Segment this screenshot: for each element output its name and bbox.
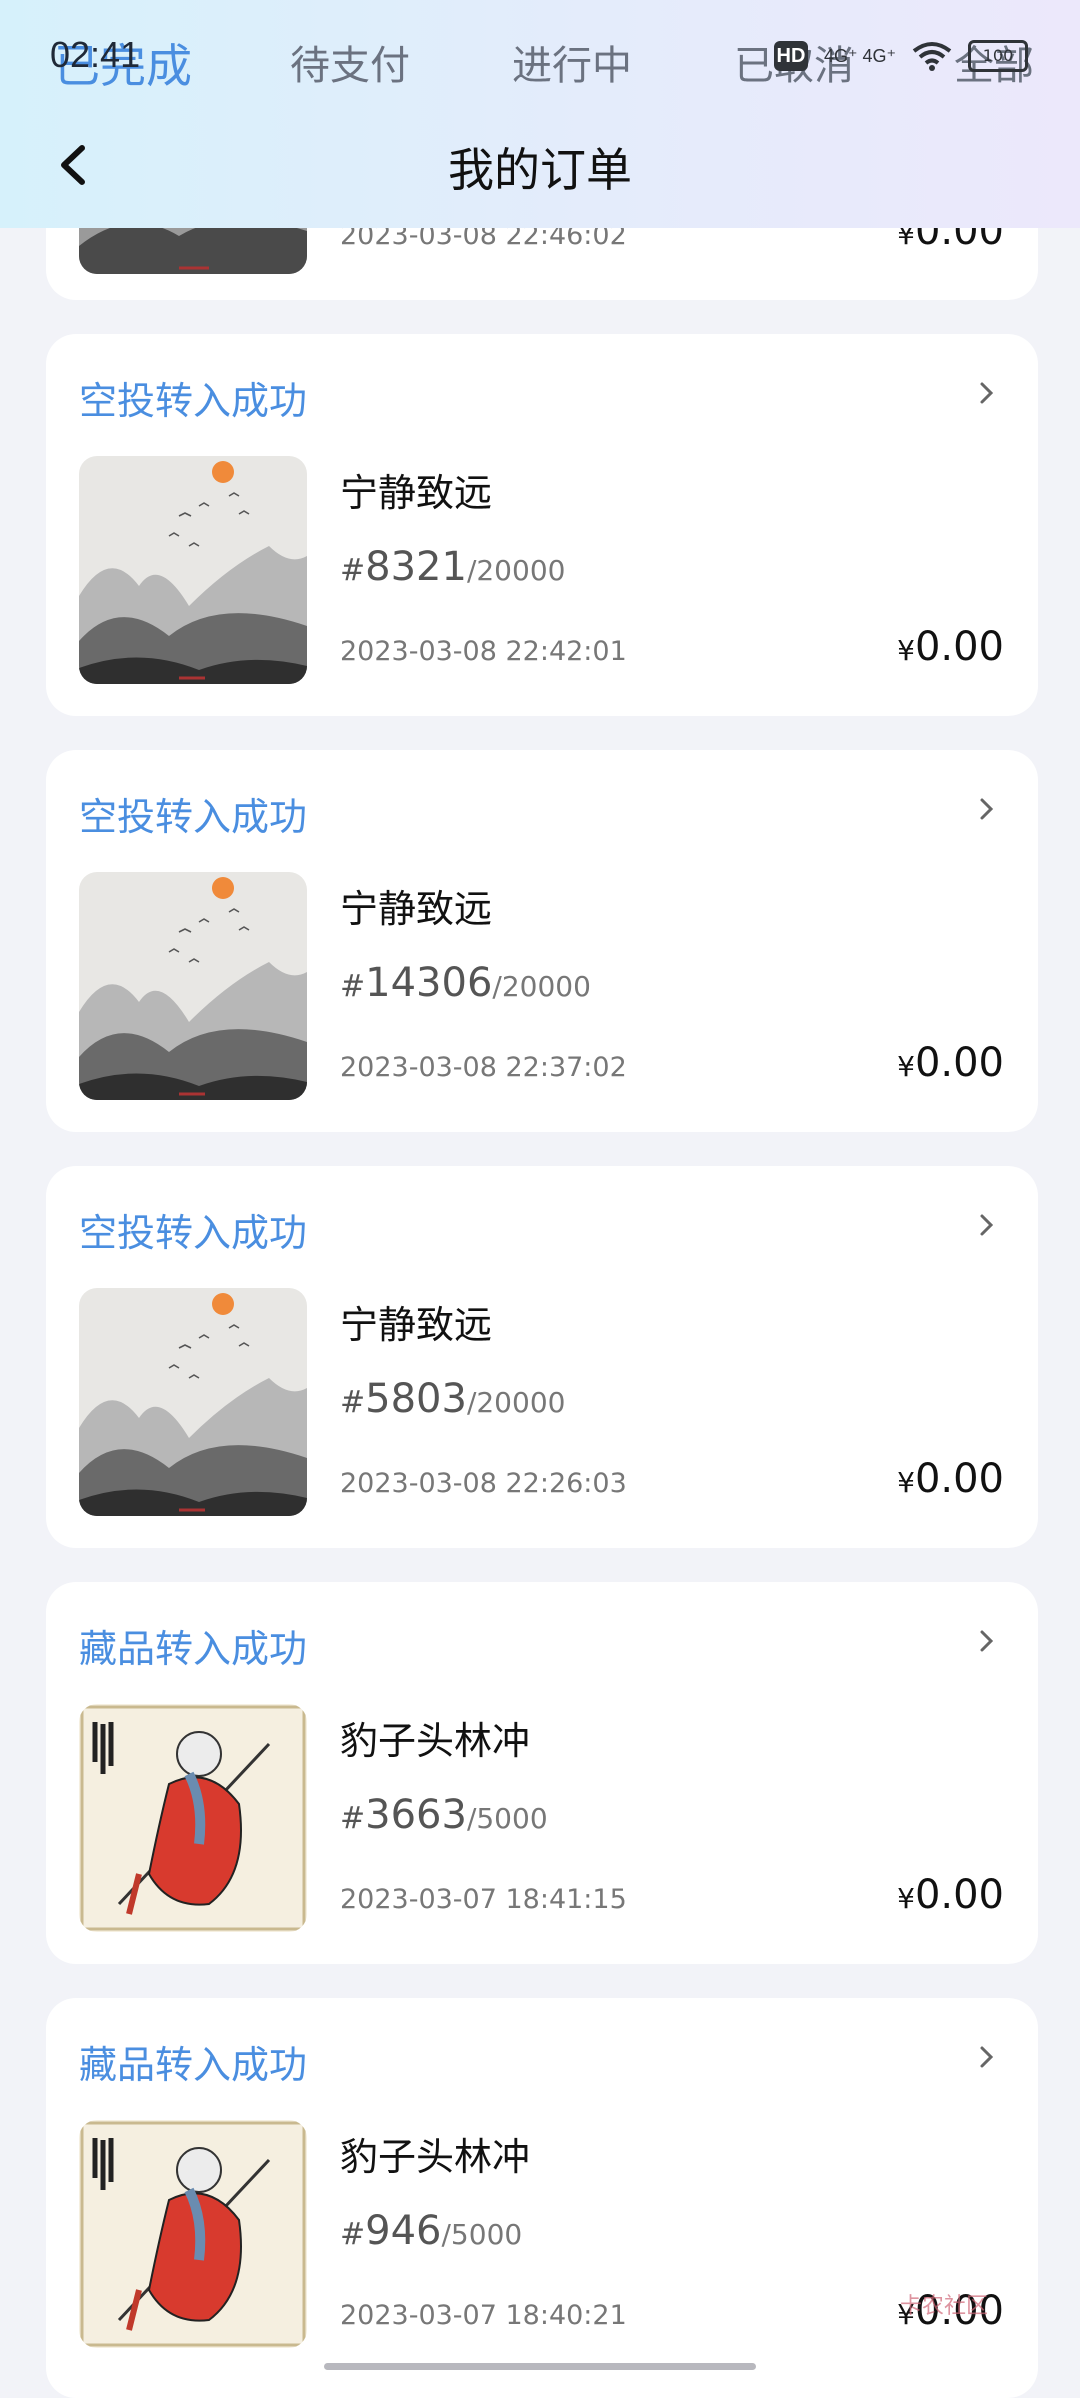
order-date: 2023-03-08 22:26:03	[340, 1468, 627, 1499]
ink-mountain-thumbnail	[79, 456, 307, 684]
chevron-right-icon[interactable]	[976, 1208, 998, 1242]
wifi-icon	[912, 42, 952, 71]
item-serial: #946/5000	[340, 2208, 523, 2254]
order-status: 空投转入成功	[79, 1211, 308, 1255]
order-date: 2023-03-08 22:37:02	[340, 1052, 627, 1083]
order-card[interactable]: 空投转入成功 宁静致远 #14306/20000 2023-03-08 22:3…	[46, 750, 1038, 1132]
chevron-right-icon[interactable]	[976, 1624, 998, 1658]
order-price: ¥0.00	[897, 1872, 1004, 1918]
home-indicator[interactable]	[324, 2363, 756, 2370]
page-title: 我的订单	[448, 143, 632, 197]
item-serial: #5803/20000	[340, 1376, 566, 1422]
order-price: ¥0.00	[897, 1040, 1004, 1086]
item-name: 豹子头林冲	[340, 2135, 531, 2179]
order-date: 2023-03-08 22:42:01	[340, 636, 627, 667]
item-name: 豹子头林冲	[340, 1719, 531, 1763]
chevron-right-icon[interactable]	[976, 376, 998, 410]
order-card[interactable]: 空投转入成功 宁静致远 #5803/20000 2023-03-08 22:26…	[46, 1166, 1038, 1548]
chevron-right-icon[interactable]	[976, 2040, 998, 2074]
order-card[interactable]: 空投转入成功 宁静致远 #8321/20000 2023-03-08 22:42…	[46, 334, 1038, 716]
item-name: 宁静致远	[340, 887, 493, 931]
ink-mountain-thumbnail	[79, 1288, 307, 1516]
battery-icon: 100	[968, 40, 1028, 72]
order-status: 藏品转入成功	[79, 1627, 308, 1671]
order-status: 空投转入成功	[79, 379, 308, 423]
item-serial: #14306/20000	[340, 960, 591, 1006]
chevron-right-icon[interactable]	[976, 792, 998, 826]
order-status: 空投转入成功	[79, 795, 308, 839]
signal-icon: 4G⁺ 4G⁺	[823, 45, 896, 66]
order-card[interactable]: 藏品转入成功 豹子头林冲 #3663/5000 2023-03-07 18:41…	[46, 1582, 1038, 1964]
lin-chong-thumbnail	[79, 2120, 307, 2348]
order-card[interactable]: 藏品转入成功 豹子头林冲 #946/5000 2023-03-07 18:40:…	[46, 1998, 1038, 2398]
status-icons: HD 4G⁺ 4G⁺ 100	[773, 40, 1028, 72]
order-date: 2023-03-07 18:40:21	[340, 2300, 627, 2331]
lin-chong-thumbnail	[79, 1704, 307, 1932]
order-price: ¥0.00	[897, 1456, 1004, 1502]
item-serial: #8321/20000	[340, 544, 566, 590]
status-bar: 02:41 HD 4G⁺ 4G⁺ 100	[0, 26, 1080, 106]
item-name: 宁静致远	[340, 471, 493, 515]
status-time: 02:41	[50, 34, 141, 75]
header: 已完成 待支付 进行中 已取消 全部 02:41 HD 4G⁺ 4G⁺ 100 …	[0, 0, 1080, 228]
ink-mountain-thumbnail	[79, 872, 307, 1100]
item-name: 宁静致远	[340, 1303, 493, 1347]
order-status: 藏品转入成功	[79, 2043, 308, 2087]
order-price: ¥0.00	[897, 624, 1004, 670]
order-date: 2023-03-07 18:41:15	[340, 1884, 627, 1915]
watermark-logo: 卡农社区	[900, 2294, 989, 2319]
hd-icon: HD	[773, 41, 808, 71]
item-serial: #3663/5000	[340, 1792, 548, 1838]
title-bar: 我的订单	[0, 120, 1080, 210]
